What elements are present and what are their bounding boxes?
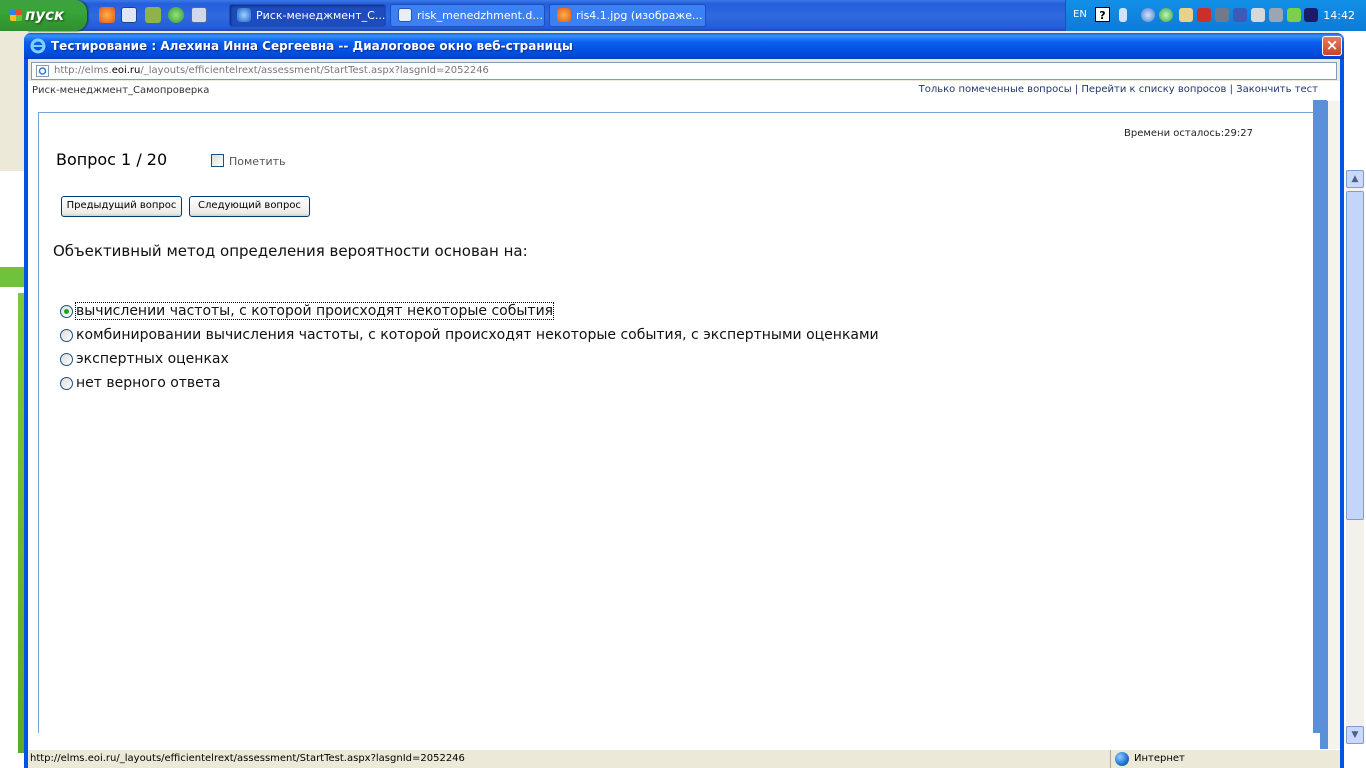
answer-radio[interactable] [60,329,73,342]
taskbar-item-label: Риск-менеджмент_С... [256,9,386,22]
firefox-icon [557,8,571,22]
address-bar: http://elms.eoi.ru/_layouts/efficientelr… [28,59,1340,81]
answer-label[interactable]: экспертных оценках [76,351,229,367]
help-icon[interactable]: ? [1095,7,1110,22]
dialog-title: Тестирование : Алехина Инна Сергеевна --… [51,39,573,53]
utorrent-icon[interactable] [168,7,184,23]
quicklaunch-app-icon[interactable] [145,7,161,23]
volume-icon[interactable] [1251,8,1265,22]
tray-tool-icon[interactable] [1215,8,1229,22]
answer-radio[interactable] [60,377,73,390]
ie-icon [237,8,251,22]
tray-device-icon[interactable] [1269,8,1283,22]
page-icon [36,65,49,77]
language-indicator[interactable]: EN [1073,9,1087,20]
answer-label[interactable]: вычислении частоты, с которой происходят… [74,302,555,320]
question-number: Вопрос 1 / 20 [56,150,168,169]
globe-icon [1115,752,1129,766]
tray-app-icon[interactable] [1179,8,1193,22]
link-separator: | [1226,84,1237,95]
top-links: Только помеченные вопросы | Перейти к сп… [919,84,1318,95]
taskbar-item-risk-management[interactable]: Риск-менеджмент_С... [229,4,386,27]
address-path: /_layouts/efficientelrext/assessment/Sta… [140,65,489,76]
answer-label[interactable]: нет верного ответа [76,375,221,391]
clock[interactable]: 14:42 [1323,9,1355,22]
status-bar: http://elms.eoi.ru/_layouts/efficientelr… [28,749,1340,768]
kaspersky-icon[interactable] [1197,8,1211,22]
ie-icon [30,38,46,54]
scroll-thumb[interactable] [1346,191,1364,520]
firefox-icon[interactable] [99,7,115,23]
network-icon[interactable] [1159,8,1173,22]
mark-checkbox[interactable] [211,154,224,167]
close-button[interactable]: × [1322,36,1342,56]
next-question-button[interactable]: Следующий вопрос [189,196,310,217]
start-label: пуск [25,6,65,24]
status-url: http://elms.eoi.ru/_layouts/efficientelr… [30,753,465,764]
link-marked-questions[interactable]: Только помеченные вопросы [919,84,1072,95]
mark-label: Пометить [229,155,286,168]
address-field[interactable]: http://elms.eoi.ru/_layouts/efficientelr… [31,62,1337,80]
course-name: Риск-менеджмент_Самопроверка [32,85,210,96]
answer-radio[interactable] [60,353,73,366]
tray-eyes-icon[interactable] [1304,8,1318,22]
show-desktop-icon[interactable] [191,7,207,23]
tray-arrows-icon[interactable] [1119,8,1127,22]
link-finish-test[interactable]: Закончить тест [1236,84,1318,95]
question-text: Объективный метод определения вероятност… [53,242,528,260]
address-host: eoi.ru [111,65,141,76]
link-separator: | [1071,84,1082,95]
top-links-row: Риск-менеджмент_Самопроверка Только поме… [28,81,1340,101]
answer-radio[interactable] [60,305,73,318]
time-remaining: Времени осталось:29:27 [1124,128,1253,139]
taskbar-item-label: risk_menedzhment.d... [417,9,543,22]
link-question-list[interactable]: Перейти к списку вопросов [1081,84,1226,95]
security-zone: Интернет [1110,750,1340,768]
back-icon[interactable] [1141,8,1155,22]
safely-remove-icon[interactable] [1287,8,1301,22]
zone-text: Интернет [1134,753,1185,764]
previous-question-button[interactable]: Предыдущий вопрос [61,196,182,217]
taskbar-item-label: ris4.1.jpg (изображе... [576,9,703,22]
system-tray: EN ? 14:42 [1065,0,1366,31]
windows-logo-icon [10,9,22,21]
answer-label[interactable]: комбинировании вычисления частоты, с кот… [76,327,879,343]
taskbar-item-image-viewer[interactable]: ris4.1.jpg (изображе... [549,4,706,27]
dialog-titlebar[interactable]: Тестирование : Алехина Инна Сергеевна --… [24,33,1344,59]
scroll-down-arrow[interactable]: ▼ [1346,726,1364,744]
tray-text-icon[interactable] [1233,8,1247,22]
word-document-icon [398,8,412,22]
taskbar-item-word-document[interactable]: risk_menedzhment.d... [390,4,545,27]
save-icon[interactable] [121,7,137,23]
address-prefix: http://elms. [54,65,112,76]
background-scrollbar[interactable]: ▲ ▼ [1346,170,1364,744]
start-button[interactable]: пуск [0,0,87,31]
taskbar: пуск Риск-менеджмент_С... risk_menedzhme… [0,0,1366,31]
scroll-up-arrow[interactable]: ▲ [1346,170,1364,188]
frame-scrollbar[interactable] [1313,100,1327,733]
